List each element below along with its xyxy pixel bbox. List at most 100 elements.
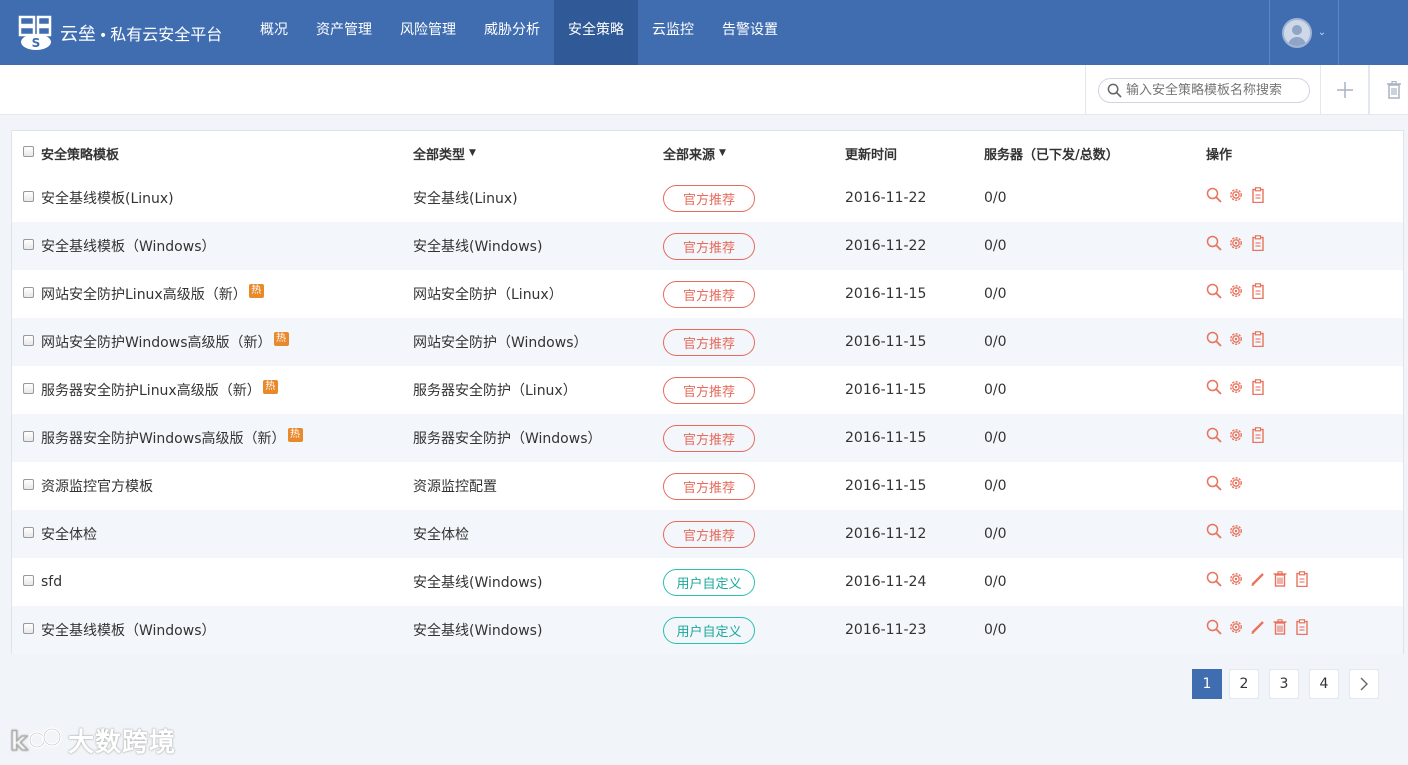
- gear-icon: [1228, 621, 1244, 639]
- settings-button[interactable]: [1228, 427, 1244, 443]
- template-name-cell: 安全基线模板（Windows）: [41, 606, 216, 654]
- app-logo[interactable]: S 云垒 • 私有云安全平台: [18, 15, 222, 51]
- nav-item-cloud-monitor[interactable]: 云监控: [638, 0, 708, 65]
- checkbox-box[interactable]: [23, 526, 34, 538]
- server-count: 0/0: [984, 238, 1007, 254]
- copy-button[interactable]: [1294, 571, 1310, 588]
- col-header-source[interactable]: 全部来源 ▼: [663, 131, 726, 175]
- add-button[interactable]: [1321, 65, 1369, 115]
- row-checkbox[interactable]: [23, 174, 34, 222]
- settings-button[interactable]: [1228, 379, 1244, 395]
- view-button[interactable]: [1206, 379, 1222, 395]
- gear-icon: [1228, 477, 1244, 495]
- checkbox-box[interactable]: [23, 382, 34, 394]
- checkbox-box[interactable]: [23, 334, 34, 346]
- page-4-button[interactable]: 4: [1309, 669, 1339, 699]
- source-badge: 官方推荐: [663, 280, 755, 308]
- clipboard-icon: [1294, 571, 1310, 591]
- clipboard-icon: [1250, 427, 1266, 447]
- settings-button[interactable]: [1228, 235, 1244, 251]
- checkbox-box[interactable]: [23, 190, 34, 202]
- page-1-button[interactable]: 1: [1192, 669, 1222, 699]
- checkbox-box[interactable]: [23, 430, 34, 442]
- nav-item-risk[interactable]: 风险管理: [386, 0, 470, 65]
- row-checkbox[interactable]: [23, 222, 34, 270]
- view-button[interactable]: [1206, 523, 1222, 539]
- checkbox-box[interactable]: [23, 574, 34, 586]
- delete-button[interactable]: [1272, 619, 1288, 635]
- view-button[interactable]: [1206, 187, 1222, 203]
- user-menu[interactable]: ⌄: [1269, 0, 1339, 65]
- view-icon: [1206, 235, 1222, 255]
- view-button[interactable]: [1206, 427, 1222, 443]
- nav-item-alert-settings[interactable]: 告警设置: [708, 0, 792, 65]
- view-icon: [1206, 283, 1222, 303]
- checkbox-box[interactable]: [23, 286, 34, 298]
- row-checkbox[interactable]: [23, 270, 34, 318]
- template-name-cell: 网站安全防护Linux高级版（新）热: [41, 270, 264, 318]
- settings-button[interactable]: [1228, 619, 1244, 635]
- checkbox-box[interactable]: [23, 145, 34, 157]
- row-actions: [1206, 283, 1266, 300]
- edit-button[interactable]: [1250, 619, 1266, 635]
- row-checkbox[interactable]: [23, 366, 34, 414]
- checkbox-box[interactable]: [23, 622, 34, 634]
- view-button[interactable]: [1206, 571, 1222, 587]
- copy-button[interactable]: [1294, 619, 1310, 636]
- row-actions: [1206, 331, 1266, 348]
- row-checkbox[interactable]: [23, 606, 34, 654]
- template-name-cell: sfd: [41, 558, 62, 606]
- copy-button[interactable]: [1250, 283, 1266, 300]
- nav-item-security-policy[interactable]: 安全策略: [554, 0, 638, 65]
- select-all-checkbox[interactable]: [23, 131, 34, 175]
- source-cell: 官方推荐: [663, 174, 755, 222]
- view-button[interactable]: [1206, 475, 1222, 491]
- view-button[interactable]: [1206, 331, 1222, 347]
- row-checkbox[interactable]: [23, 510, 34, 558]
- view-button[interactable]: [1206, 283, 1222, 299]
- view-button[interactable]: [1206, 235, 1222, 251]
- template-name-cell: 资源监控官方模板: [41, 462, 153, 510]
- template-type: 安全基线(Windows): [413, 623, 543, 639]
- copy-button[interactable]: [1250, 187, 1266, 204]
- view-button[interactable]: [1206, 619, 1222, 635]
- page-3-button[interactable]: 3: [1269, 669, 1299, 699]
- page-2-button[interactable]: 2: [1229, 669, 1259, 699]
- search-box[interactable]: [1098, 78, 1310, 103]
- brand-main: 云垒: [60, 24, 96, 45]
- template-name: 资源监控官方模板: [41, 479, 153, 495]
- row-checkbox[interactable]: [23, 462, 34, 510]
- settings-button[interactable]: [1228, 571, 1244, 587]
- copy-button[interactable]: [1250, 379, 1266, 396]
- view-icon: [1206, 571, 1222, 591]
- view-icon: [1206, 475, 1222, 495]
- template-name-cell: 服务器安全防护Windows高级版（新）热: [41, 414, 303, 462]
- checkbox-box[interactable]: [23, 478, 34, 490]
- watermark-logo-icon: k: [10, 726, 62, 757]
- row-checkbox[interactable]: [23, 414, 34, 462]
- edit-button[interactable]: [1250, 571, 1266, 587]
- nav-item-overview[interactable]: 概况: [246, 0, 302, 65]
- template-name: 网站安全防护Windows高级版（新）: [41, 335, 272, 351]
- settings-button[interactable]: [1228, 523, 1244, 539]
- settings-button[interactable]: [1228, 475, 1244, 491]
- server-count: 0/0: [984, 286, 1007, 302]
- delete-button[interactable]: [1272, 571, 1288, 587]
- nav-item-assets[interactable]: 资产管理: [302, 0, 386, 65]
- row-checkbox[interactable]: [23, 318, 34, 366]
- template-name: 服务器安全防护Linux高级版（新）: [41, 383, 261, 399]
- settings-button[interactable]: [1228, 331, 1244, 347]
- bulk-delete-button[interactable]: [1369, 65, 1408, 115]
- copy-button[interactable]: [1250, 427, 1266, 444]
- col-header-type[interactable]: 全部类型 ▼: [413, 131, 476, 175]
- copy-button[interactable]: [1250, 235, 1266, 252]
- nav-item-threat[interactable]: 威胁分析: [470, 0, 554, 65]
- clipboard-icon: [1250, 379, 1266, 399]
- row-checkbox[interactable]: [23, 558, 34, 606]
- settings-button[interactable]: [1228, 187, 1244, 203]
- next-page-button[interactable]: [1349, 669, 1379, 699]
- checkbox-box[interactable]: [23, 238, 34, 250]
- search-input[interactable]: [1126, 83, 1306, 98]
- copy-button[interactable]: [1250, 331, 1266, 348]
- settings-button[interactable]: [1228, 283, 1244, 299]
